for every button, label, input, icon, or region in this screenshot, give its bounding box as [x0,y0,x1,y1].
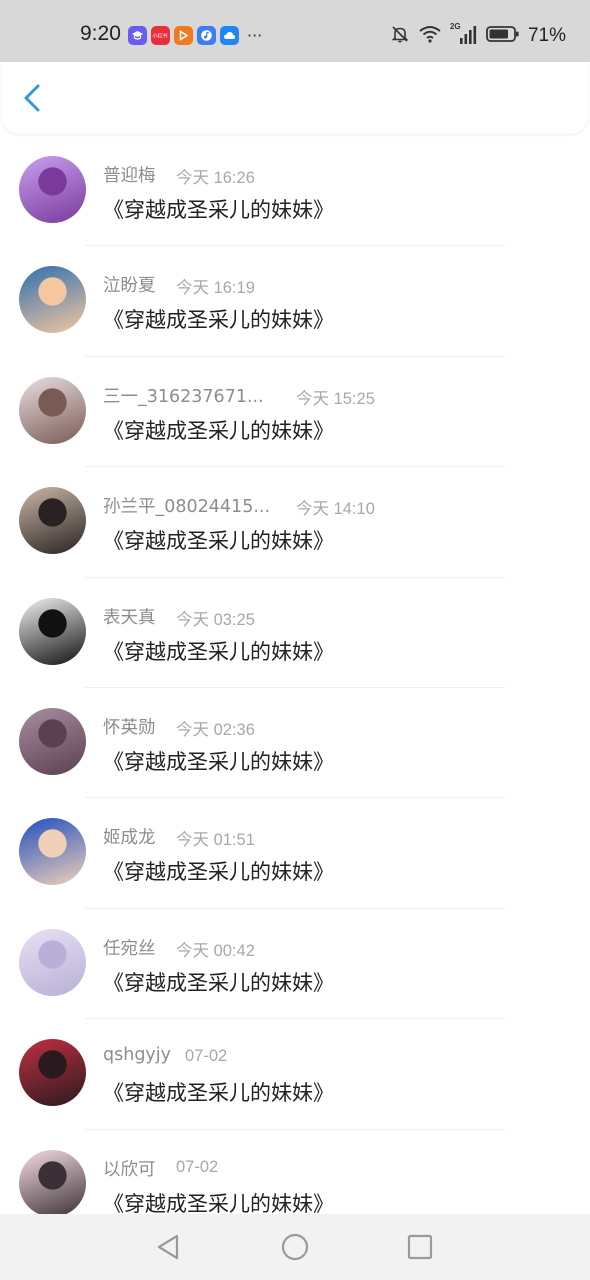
sender-name[interactable]: 任宛丝 [103,935,156,960]
play-app-icon [174,26,193,45]
message-text: 《穿越成圣采儿的妹妹》 [103,529,334,554]
list-item[interactable]: 怀英勋 今天 02:36 《穿越成圣采儿的妹妹》 [0,688,590,799]
avatar[interactable] [19,156,86,223]
avatar[interactable] [19,266,86,334]
avatar[interactable] [19,487,86,555]
screen: 9:20 小红书 ··· 2G 71% 普迎梅 今天 16:26 《穿越成圣采儿… [0,0,590,1280]
message-list: 普迎梅 今天 16:26 《穿越成圣采儿的妹妹》 泣盼夏 今天 16:19 《穿越成圣采儿… [0,136,590,1240]
wifi-icon [418,24,442,48]
header [2,62,588,134]
sender-name[interactable]: 表天真 [103,604,156,629]
message-time: 今天 00:42 [176,941,255,960]
list-item[interactable]: 三一_316237671... 今天 15:25 《穿越成圣采儿的妹妹》 [0,357,590,468]
battery-percent: 71% [527,25,566,46]
message-text: 《穿越成圣采儿的妹妹》 [103,970,334,995]
avatar[interactable] [19,1039,86,1107]
music-app-icon [197,26,216,45]
sender-name[interactable]: 以欣可 [103,1156,156,1181]
message-time: 今天 16:19 [176,279,255,298]
avatar[interactable] [19,928,86,996]
message-text: 《穿越成圣采儿的妹妹》 [103,418,334,443]
avatar[interactable] [19,707,86,775]
message-time: 07-02 [176,1157,219,1176]
recents-square-icon [407,1234,433,1260]
status-time: 9:20 [80,22,121,45]
status-app-icons: 小红书 ··· [128,26,262,45]
nav-recents-button[interactable] [404,1231,436,1263]
nav-back-button[interactable] [153,1231,185,1263]
red-app-label: 小红书 [152,34,169,40]
cloud-app-icon [220,26,239,45]
nav-home-button[interactable] [279,1231,311,1263]
sender-name[interactable]: 孙兰平_08024415... [103,493,270,518]
message-time: 今天 02:36 [176,720,255,739]
red-app-icon: 小红书 [151,26,170,45]
list-item[interactable]: 任宛丝 今天 00:42 《穿越成圣采儿的妹妹》 [0,909,590,1020]
sender-name[interactable]: 泣盼夏 [103,272,156,297]
status-right: 2G 71% [390,22,566,48]
list-item[interactable]: qshgyjy 07-02 《穿越成圣采儿的妹妹》 [0,1019,590,1130]
message-time: 今天 16:26 [176,169,255,187]
more-notifications-icon: ··· [247,26,263,45]
sender-name[interactable]: 怀英勋 [103,714,156,739]
message-time: 今天 15:25 [296,389,375,408]
message-text: 《穿越成圣采儿的妹妹》 [103,198,334,222]
message-text: 《穿越成圣采儿的妹妹》 [103,308,334,333]
home-circle-icon [281,1233,309,1261]
sender-name[interactable]: 姬成龙 [103,824,156,849]
avatar[interactable] [19,376,86,444]
cellular-signal-icon: 2G [450,22,478,46]
back-button[interactable] [16,80,50,116]
sender-name[interactable]: 三一_316237671... [103,383,264,408]
message-text: 《穿越成圣采儿的妹妹》 [103,639,334,664]
message-time: 今天 14:10 [296,500,375,519]
message-time: 今天 01:51 [176,831,255,850]
message-text: 《穿越成圣采儿的妹妹》 [103,749,334,774]
list-item[interactable]: 普迎梅 今天 16:26 《穿越成圣采儿的妹妹》 [0,136,590,247]
sender-name[interactable]: qshgyjy [103,1045,171,1065]
avatar[interactable] [19,1149,86,1217]
mute-bell-icon [390,24,410,48]
sender-name[interactable]: 普迎梅 [103,162,156,187]
graduation-cap-app-icon [128,26,147,45]
avatar[interactable] [19,597,86,665]
battery-icon [486,24,520,48]
list-item[interactable]: 表天真 今天 03:25 《穿越成圣采儿的妹妹》 [0,578,590,688]
message-text: 《穿越成圣采儿的妹妹》 [103,860,334,885]
list-item[interactable]: 孙兰平_08024415... 今天 14:10 《穿越成圣采儿的妹妹》 [0,467,590,578]
message-time: 今天 03:25 [176,610,255,629]
message-time: 07-02 [185,1047,228,1066]
navigation-bar [0,1214,590,1280]
message-text: 《穿越成圣采儿的妹妹》 [103,1081,334,1106]
list-item[interactable]: 泣盼夏 今天 16:19 《穿越成圣采儿的妹妹》 [0,246,590,357]
avatar[interactable] [19,818,86,886]
chevron-left-icon [24,84,40,112]
status-bar: 9:20 小红书 ··· 2G 71% [0,0,590,62]
list-item[interactable]: 姬成龙 今天 01:51 《穿越成圣采儿的妹妹》 [0,798,590,909]
back-triangle-icon [157,1234,179,1260]
